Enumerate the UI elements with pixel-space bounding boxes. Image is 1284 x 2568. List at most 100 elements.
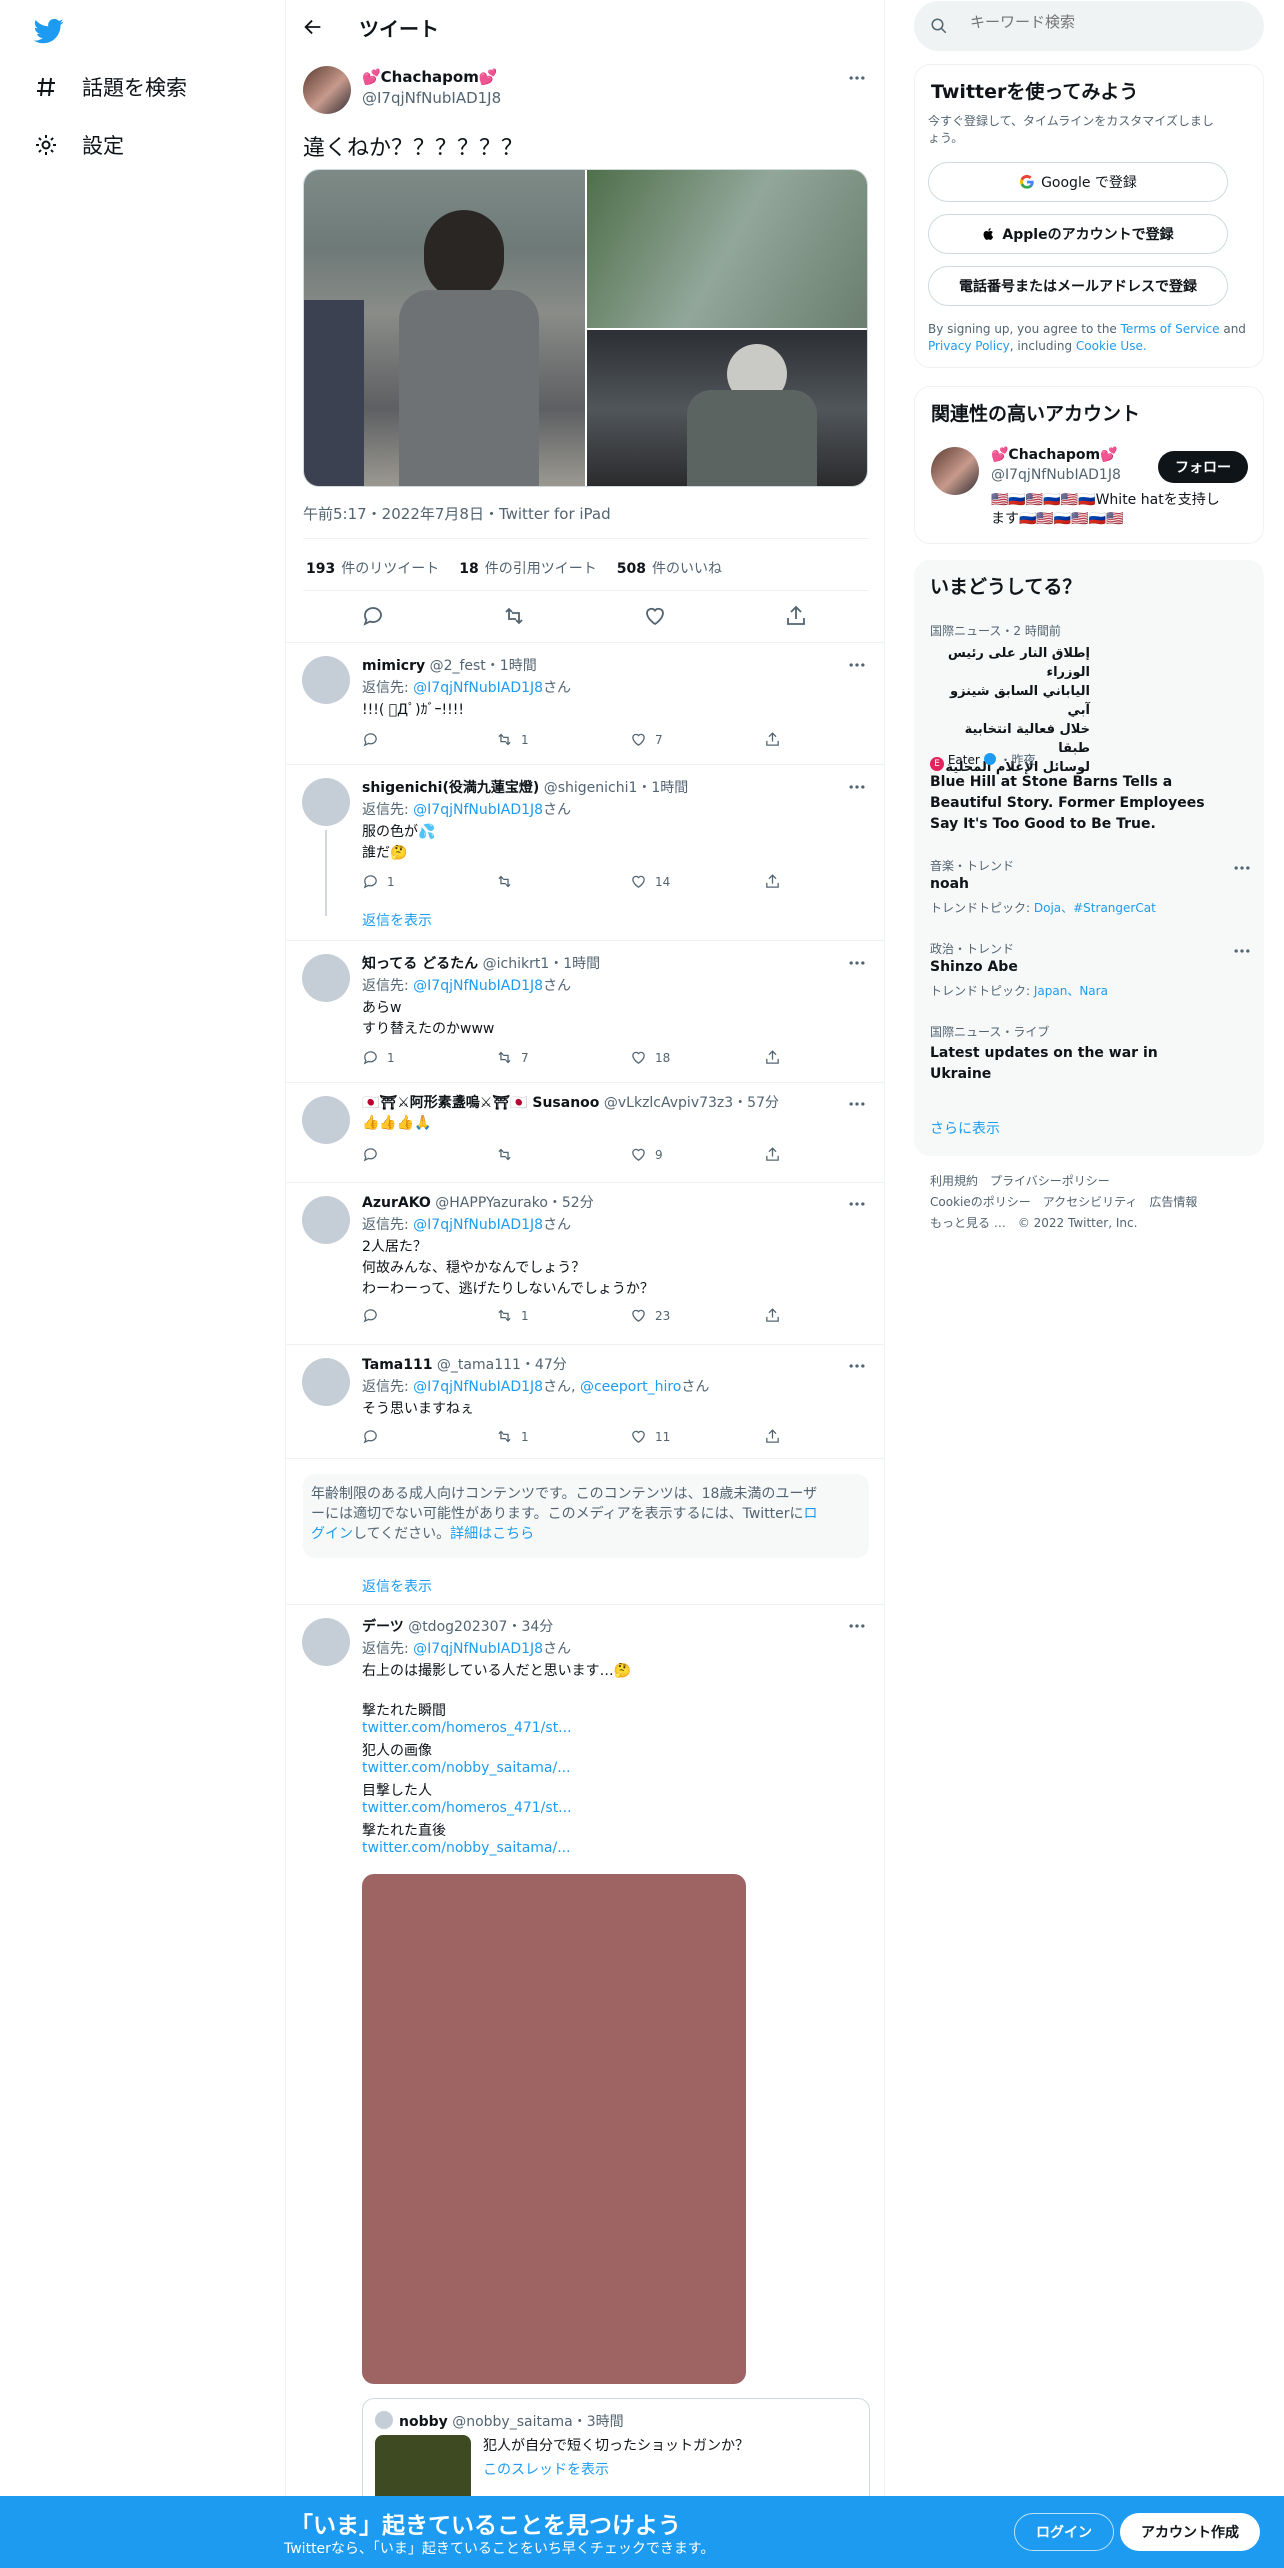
reply-author-name[interactable]: mimicry bbox=[362, 658, 425, 674]
more-options-icon[interactable] bbox=[847, 68, 867, 88]
author-handle[interactable]: @I7qjNfNubIAD1J8 bbox=[362, 89, 501, 107]
retweet-button[interactable]: 7 bbox=[496, 1049, 529, 1066]
trend-topics-links[interactable]: Doja、#StrangerCat bbox=[1034, 901, 1156, 915]
reply-button[interactable] bbox=[362, 1428, 387, 1445]
reply-time[interactable]: ・1時間 bbox=[486, 658, 537, 674]
share-button[interactable] bbox=[764, 1049, 781, 1066]
avatar[interactable] bbox=[302, 1358, 350, 1406]
reply-tweet[interactable]: 🇯🇵⛩⚔阿形素盞嗚⚔⛩🇯🇵 Susanoo @vLkzlcAvpiv73z3・5… bbox=[286, 1082, 885, 1182]
reply-author-handle[interactable]: @tdog202307 bbox=[408, 1619, 507, 1635]
author-avatar[interactable] bbox=[303, 66, 351, 114]
google-signup-button[interactable]: Google で登録 bbox=[928, 162, 1228, 202]
like-icon[interactable] bbox=[643, 604, 667, 628]
reply-author-name[interactable]: AzurAKO bbox=[362, 1195, 431, 1211]
author-name[interactable]: 💕Chachapom💕 bbox=[362, 68, 498, 86]
reply-button[interactable] bbox=[362, 1307, 387, 1324]
external-link[interactable]: twitter.com/nobby_saitama/... bbox=[362, 1840, 571, 1856]
reply-time[interactable]: ・1時間 bbox=[549, 956, 600, 972]
search-box[interactable] bbox=[914, 1, 1264, 51]
more-options-icon[interactable] bbox=[847, 655, 867, 675]
reply-author-handle[interactable]: @vLkzlcAvpiv73z3 bbox=[604, 1095, 733, 1111]
reply-author-name[interactable]: 🇯🇵⛩⚔阿形素盞嗚⚔⛩🇯🇵 Susanoo bbox=[362, 1095, 599, 1111]
external-link[interactable]: twitter.com/nobby_saitama/... bbox=[362, 1760, 571, 1776]
share-button[interactable] bbox=[764, 873, 781, 890]
more-options-icon[interactable] bbox=[847, 777, 867, 797]
signup-button[interactable]: アカウント作成 bbox=[1120, 2513, 1260, 2551]
share-icon[interactable] bbox=[784, 604, 808, 628]
reply-tweet[interactable]: 知ってる どるたん @ichikrt1・1時間 返信先: @I7qjNfNubI… bbox=[286, 940, 885, 1082]
privacy-link[interactable]: Privacy Policy bbox=[928, 339, 1010, 353]
like-button[interactable]: 18 bbox=[630, 1049, 670, 1066]
reply-button[interactable]: 1 bbox=[362, 1049, 395, 1066]
reply-button[interactable]: 1 bbox=[362, 873, 395, 890]
mention-link[interactable]: @I7qjNfNubIAD1J8 bbox=[413, 680, 543, 696]
tweet-photos[interactable] bbox=[303, 169, 868, 487]
retweet-button[interactable] bbox=[496, 1146, 521, 1163]
quote-count-link[interactable]: 18 件の引用ツイート bbox=[459, 558, 596, 578]
details-link[interactable]: 詳細はこちら bbox=[450, 1526, 534, 1542]
share-button[interactable] bbox=[764, 1146, 781, 1163]
mention-link[interactable]: @I7qjNfNubIAD1J8 bbox=[413, 978, 543, 994]
retweet-icon[interactable] bbox=[502, 604, 526, 628]
reply-author-handle[interactable]: @2_fest bbox=[430, 658, 486, 674]
retweet-button[interactable] bbox=[496, 873, 521, 890]
blurred-media[interactable] bbox=[362, 1874, 746, 2384]
like-count-link[interactable]: 508 件のいいね bbox=[617, 558, 722, 578]
reply-time[interactable]: ・52分 bbox=[548, 1195, 594, 1211]
more-options-icon[interactable] bbox=[1232, 858, 1252, 878]
more-options-icon[interactable] bbox=[847, 1094, 867, 1114]
reply-time[interactable]: ・47分 bbox=[521, 1357, 567, 1373]
more-options-icon[interactable] bbox=[847, 1194, 867, 1214]
like-button[interactable]: 14 bbox=[630, 873, 670, 890]
mention-link[interactable]: @I7qjNfNubIAD1J8 bbox=[413, 1641, 543, 1657]
avatar[interactable] bbox=[302, 778, 350, 826]
share-button[interactable] bbox=[764, 731, 781, 748]
reply-tweet[interactable]: shigenichi(役満九蓮宝燈) @shigenichi1・1時間 返信先:… bbox=[286, 764, 885, 940]
trend-topics-links[interactable]: Japan、Nara bbox=[1034, 984, 1108, 998]
reply-button[interactable] bbox=[362, 1146, 387, 1163]
tweet-timestamp[interactable]: 午前5:17・2022年7月8日・Twitter for iPad bbox=[303, 503, 611, 524]
more-options-icon[interactable] bbox=[1232, 941, 1252, 961]
like-button[interactable]: 7 bbox=[630, 731, 663, 748]
avatar[interactable] bbox=[302, 1096, 350, 1144]
photo-2[interactable] bbox=[587, 170, 867, 328]
retweet-button[interactable]: 1 bbox=[496, 1428, 529, 1445]
reply-time[interactable]: ・57分 bbox=[733, 1095, 779, 1111]
share-button[interactable] bbox=[764, 1428, 781, 1445]
avatar[interactable] bbox=[302, 656, 350, 704]
follow-button[interactable]: フォロー bbox=[1158, 451, 1248, 483]
avatar[interactable] bbox=[302, 1196, 350, 1244]
mention-link[interactable]: @I7qjNfNubIAD1J8 bbox=[413, 802, 543, 818]
footer-line[interactable]: Cookieのポリシー アクセシビリティ 広告情報 bbox=[930, 1193, 1197, 1210]
terms-link[interactable]: Terms of Service bbox=[1121, 322, 1220, 336]
reply-time[interactable]: ・1時間 bbox=[637, 780, 688, 796]
reply-author-name[interactable]: デーツ bbox=[362, 1619, 404, 1635]
login-link[interactable]: グイン bbox=[311, 1526, 353, 1542]
more-options-icon[interactable] bbox=[847, 1356, 867, 1376]
login-button[interactable]: ログイン bbox=[1014, 2513, 1114, 2551]
twitter-logo-icon[interactable] bbox=[32, 16, 66, 46]
footer-line[interactable]: もっと見る … © 2022 Twitter, Inc. bbox=[930, 1214, 1197, 1231]
show-thread-link[interactable]: このスレッドを表示 bbox=[483, 2459, 609, 2479]
reply-author-handle[interactable]: @shigenichi1 bbox=[544, 780, 638, 796]
footer-line[interactable]: 利用規約 プライバシーポリシー bbox=[930, 1172, 1197, 1189]
avatar[interactable] bbox=[931, 447, 979, 495]
retweet-count-link[interactable]: 193 件のリツイート bbox=[306, 558, 439, 578]
more-options-icon[interactable] bbox=[847, 1616, 867, 1636]
reply-tweet[interactable]: Tama111 @_tama111・47分 返信先: @I7qjNfNubIAD… bbox=[286, 1344, 885, 1458]
cookie-link[interactable]: Cookie Use. bbox=[1076, 339, 1147, 353]
related-handle[interactable]: @I7qjNfNubIAD1J8 bbox=[991, 467, 1121, 483]
back-arrow-icon[interactable] bbox=[302, 16, 324, 38]
search-input[interactable] bbox=[970, 13, 1240, 31]
reply-author-name[interactable]: Tama111 bbox=[362, 1357, 432, 1373]
reply-tweet[interactable]: デーツ @tdog202307・34分 返信先: @I7qjNfNubIAD1J… bbox=[286, 1604, 885, 2508]
quoted-tweet[interactable]: nobby @nobby_saitama・3時間 犯人が自分で短く切ったショット… bbox=[362, 2398, 870, 2508]
retweet-button[interactable]: 1 bbox=[496, 731, 529, 748]
reply-time[interactable]: ・34分 bbox=[507, 1619, 553, 1635]
mention-link[interactable]: @ceeport_hiro bbox=[580, 1379, 681, 1395]
nav-explore[interactable]: 話題を検索 bbox=[34, 72, 187, 102]
reply-tweet[interactable]: mimicry @2_fest・1時間 返信先: @I7qjNfNubIAD1J… bbox=[286, 642, 885, 764]
photo-3[interactable] bbox=[587, 330, 867, 486]
mention-link[interactable]: @I7qjNfNubIAD1J8 bbox=[413, 1217, 543, 1233]
reply-author-name[interactable]: 知ってる どるたん bbox=[362, 956, 478, 972]
